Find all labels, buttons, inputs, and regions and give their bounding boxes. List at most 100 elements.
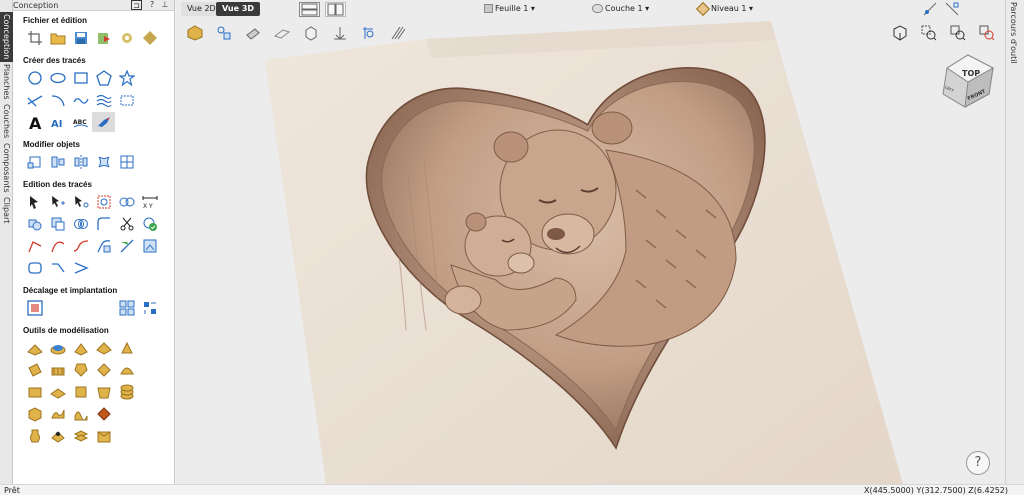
save-button[interactable]	[69, 28, 92, 48]
nesting-tool[interactable]	[115, 298, 138, 318]
validate-tool[interactable]	[138, 214, 161, 234]
toolpath-view-button[interactable]	[354, 22, 383, 44]
scissors-tool[interactable]	[115, 214, 138, 234]
open-button[interactable]	[46, 28, 69, 48]
corner-tool[interactable]	[92, 236, 115, 256]
model-vase-tool[interactable]	[23, 426, 46, 446]
model-cut-tool[interactable]	[23, 360, 46, 380]
iso-view-button[interactable]	[180, 22, 209, 44]
zoom-in-button[interactable]	[914, 22, 943, 44]
measure-tool[interactable]: X Y	[138, 192, 161, 212]
settings-button[interactable]	[115, 28, 138, 48]
model-merge-tool[interactable]	[92, 382, 115, 402]
model-emboss-tool[interactable]	[69, 382, 92, 402]
model-warp-tool[interactable]	[69, 404, 92, 424]
tab-clipart[interactable]: Clipart	[0, 196, 13, 224]
single-view-button[interactable]	[299, 2, 320, 17]
scene-canvas[interactable]	[176, 0, 1005, 484]
box-view-button[interactable]	[296, 22, 325, 44]
hatch-view-button[interactable]	[383, 22, 412, 44]
weld-tool[interactable]	[115, 192, 138, 212]
ellipse-tool[interactable]	[46, 68, 69, 88]
curve-tool[interactable]	[23, 236, 46, 256]
subtract-tool[interactable]	[46, 214, 69, 234]
join-tool[interactable]	[23, 214, 46, 234]
model-tile-tool[interactable]	[23, 382, 46, 402]
fillet-tool[interactable]	[92, 214, 115, 234]
material-button[interactable]	[138, 28, 161, 48]
array-tool[interactable]	[115, 152, 138, 172]
tab-toolpaths[interactable]: Parcours d'outil	[1009, 2, 1018, 64]
tab-composants[interactable]: Composants	[0, 142, 13, 194]
model-extrude-tool[interactable]	[69, 338, 92, 358]
layer-dropdown[interactable]: Couche 1 ▾	[592, 3, 649, 15]
mirror-tool[interactable]	[69, 152, 92, 172]
sheet-dropdown[interactable]: Feuille 1 ▾	[484, 3, 535, 15]
node-edit-tool[interactable]	[23, 192, 46, 212]
extend-tool[interactable]	[115, 236, 138, 256]
align-tool[interactable]	[46, 152, 69, 172]
plane-view-button[interactable]	[267, 22, 296, 44]
shade-button[interactable]	[885, 22, 914, 44]
model-split-tool[interactable]	[92, 404, 115, 424]
circle-tool[interactable]	[23, 68, 46, 88]
add-node-tool[interactable]	[46, 192, 69, 212]
model-bake-tool[interactable]	[46, 426, 69, 446]
text-tool[interactable]: A	[23, 112, 46, 132]
new-job-button[interactable]	[23, 28, 46, 48]
shapes-view-button[interactable]	[209, 22, 238, 44]
model-stack-tool[interactable]	[115, 382, 138, 402]
level-dropdown[interactable]: Niveau 1 ▾	[695, 1, 753, 16]
model-export-tool[interactable]	[92, 426, 115, 446]
zoom-extents-button[interactable]	[972, 22, 1001, 44]
bitmap-tool[interactable]	[138, 236, 161, 256]
model-mold-tool[interactable]	[115, 360, 138, 380]
3d-viewport[interactable]: Vue 2D Vue 3D Feuille 1 ▾ Couche 1 ▾ Niv…	[176, 0, 1005, 484]
model-sweep-tool[interactable]	[115, 338, 138, 358]
model-layer-tool[interactable]	[69, 426, 92, 446]
round-rect-tool[interactable]	[23, 258, 46, 278]
zoom-box-button[interactable]	[943, 22, 972, 44]
split-view-button[interactable]	[325, 2, 346, 17]
help-button[interactable]: ?	[966, 451, 990, 475]
chamfer-tool[interactable]	[46, 258, 69, 278]
polyline-tool[interactable]	[23, 90, 46, 110]
help-icon[interactable]: ?	[147, 0, 157, 10]
model-texture-tool[interactable]	[46, 360, 69, 380]
origin-button[interactable]	[325, 22, 354, 44]
collapse-panel-button[interactable]: ⊐	[131, 0, 142, 10]
import-button[interactable]	[92, 28, 115, 48]
model-sphere-tool[interactable]	[46, 338, 69, 358]
model-box-tool[interactable]	[23, 404, 46, 424]
snap-button[interactable]	[919, 0, 941, 18]
auto-layout-tool[interactable]	[138, 298, 161, 318]
intersect-tool[interactable]	[69, 214, 92, 234]
wireframe-view-button[interactable]	[238, 22, 267, 44]
text-on-curve-tool[interactable]: ABC	[69, 112, 92, 132]
model-fade-tool[interactable]	[46, 382, 69, 402]
pin-icon[interactable]: ⊥	[160, 0, 170, 10]
rectangle-tool[interactable]	[69, 68, 92, 88]
bitmap-trace-tool[interactable]	[92, 112, 115, 132]
star-tool[interactable]	[115, 68, 138, 88]
bezier-tool[interactable]	[46, 236, 69, 256]
flowlines-tool[interactable]	[92, 90, 115, 110]
move-tool[interactable]	[23, 152, 46, 172]
model-revolve-tool[interactable]	[92, 338, 115, 358]
model-sculpt-tool[interactable]	[46, 404, 69, 424]
measure-view-button[interactable]	[941, 0, 963, 18]
tab-planches[interactable]: Planches	[0, 63, 13, 100]
auto-text-tool[interactable]: AI	[46, 112, 69, 132]
model-shape-tool[interactable]	[69, 360, 92, 380]
wave-tool[interactable]	[69, 90, 92, 110]
trim-tool[interactable]	[92, 192, 115, 212]
tab-couches[interactable]: Couches	[0, 102, 13, 140]
model-dome-tool[interactable]	[23, 338, 46, 358]
arc-tool[interactable]	[46, 90, 69, 110]
s-curve-tool[interactable]	[69, 236, 92, 256]
offset-tool[interactable]	[23, 298, 46, 318]
dimension-tool[interactable]	[115, 90, 138, 110]
model-smooth-tool[interactable]	[92, 360, 115, 380]
polygon-tool[interactable]	[92, 68, 115, 88]
distort-tool[interactable]	[92, 152, 115, 172]
